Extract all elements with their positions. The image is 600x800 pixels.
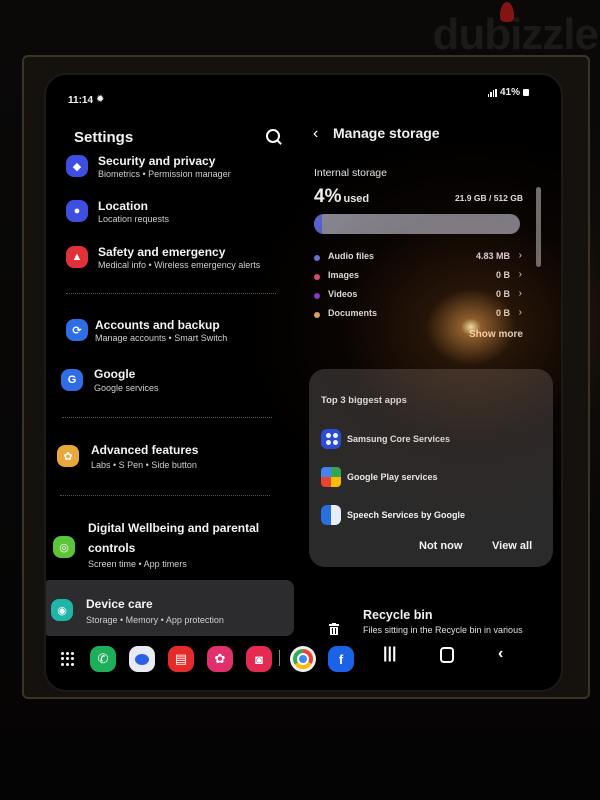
percent-value: 4% [314, 186, 342, 207]
page-title: Manage storage [333, 125, 440, 141]
item-subtitle: Location requests [98, 214, 170, 224]
device-care-highlight [46, 580, 294, 636]
speech-services-icon [321, 505, 341, 525]
storage-usage-fill [314, 214, 323, 234]
app-name: Samsung Core Services [347, 434, 451, 444]
gallery-app-icon[interactable]: ✿ [207, 646, 233, 672]
storage-capacity: 21.9 GB / 512 GB [454, 193, 523, 203]
settings-title: Settings [74, 129, 134, 146]
category-row-documents[interactable]: Documents 0 B › [314, 307, 524, 324]
wellbeing-icon: ◎ [53, 536, 75, 558]
item-subtitle: Storage • Memory • App protection [86, 615, 224, 625]
play-services-icon [321, 467, 341, 487]
item-subtitle: Manage accounts • Smart Switch [95, 333, 228, 343]
chevron-right-icon: › [518, 269, 522, 280]
top-apps-card: Top 3 biggest apps Samsung Core Services… [309, 369, 553, 567]
item-title: Location [98, 199, 148, 213]
not-now-button[interactable]: Not now [419, 540, 462, 552]
back-chevron-icon[interactable]: ‹ [313, 125, 318, 143]
category-value: 0 B [495, 308, 510, 318]
category-name: Images [328, 270, 360, 280]
messages-app-icon[interactable] [129, 646, 155, 672]
internal-storage-label: Internal storage [314, 167, 387, 179]
view-all-button[interactable]: View all [492, 540, 532, 552]
category-value: 0 B [495, 270, 510, 280]
gear-flower-icon: ✿ [57, 445, 79, 467]
trash-icon [329, 623, 339, 635]
phone-screen: 11:14 ✹ 41% Settings ◆ Security and priv… [44, 73, 563, 692]
siren-icon: ▲ [66, 246, 88, 268]
search-icon[interactable] [266, 129, 280, 143]
divider [60, 495, 270, 496]
show-more-button[interactable]: Show more [469, 329, 523, 340]
app-name: Speech Services by Google [347, 510, 466, 520]
category-name: Audio files [328, 251, 375, 261]
item-title: Security and privacy [98, 154, 216, 168]
chevron-right-icon: › [518, 307, 522, 318]
item-subtitle: Screen time • App timers [88, 559, 187, 569]
location-pin-icon: ● [66, 200, 88, 222]
app-row-speech-services[interactable]: Speech Services by Google [321, 505, 541, 527]
category-dot [314, 274, 320, 280]
category-name: Videos [328, 289, 358, 299]
recycle-bin-title: Recycle bin [363, 608, 433, 622]
item-title: Google [94, 367, 136, 381]
home-button[interactable] [440, 645, 454, 663]
storage-usage-bar [314, 214, 520, 234]
phone-app-icon[interactable]: ✆ [90, 646, 116, 672]
item-title-line2: controls [88, 541, 136, 555]
divider [66, 293, 276, 294]
category-row-images[interactable]: Images 0 B › [314, 269, 524, 286]
back-button[interactable]: ‹ [498, 645, 503, 663]
chrome-app-icon[interactable] [290, 646, 316, 672]
settings-pane: Settings ◆ Security and privacy Biometri… [46, 75, 296, 690]
divider [62, 417, 272, 418]
category-row-audio[interactable]: Audio files 4.83 MB › [314, 250, 524, 267]
samsung-core-icon [321, 429, 341, 449]
watermark: dubizzle [432, 10, 599, 59]
camera-app-icon[interactable]: ◙ [246, 646, 272, 672]
item-title: Accounts and backup [95, 318, 220, 332]
item-title-line1: Digital Wellbeing and parental [88, 521, 260, 535]
app-row-play-services[interactable]: Google Play services [321, 467, 541, 489]
scrollbar[interactable] [536, 187, 541, 267]
percent-used: 4% used [314, 186, 369, 208]
category-row-videos[interactable]: Videos 0 B › [314, 288, 524, 305]
sync-icon: ⟳ [66, 319, 88, 341]
manage-storage-pane: ‹ Manage storage Internal storage 4% used… [301, 75, 561, 690]
card-title: Top 3 biggest apps [321, 395, 407, 406]
recent-apps-button[interactable]: ||| [383, 645, 396, 663]
item-title: Advanced features [91, 443, 199, 457]
facebook-app-icon[interactable]: f [328, 646, 354, 672]
apps-grid-icon[interactable] [61, 652, 75, 666]
google-g-icon: G [61, 369, 83, 391]
used-word: used [343, 193, 370, 205]
item-subtitle: Google services [94, 383, 159, 393]
app-row-samsung-core[interactable]: Samsung Core Services [321, 429, 541, 451]
chevron-right-icon: › [518, 250, 522, 261]
item-subtitle: Biometrics • Permission manager [98, 169, 231, 179]
category-value: 4.83 MB [475, 251, 510, 261]
category-dot [314, 255, 320, 261]
category-name: Documents [328, 308, 378, 318]
item-title: Device care [86, 597, 153, 611]
notes-app-icon[interactable]: ▤ [168, 646, 194, 672]
shield-icon: ◆ [66, 155, 88, 177]
item-title: Safety and emergency [98, 245, 226, 259]
item-subtitle: Labs • S Pen • Side button [91, 460, 197, 470]
category-dot [314, 312, 320, 318]
category-dot [314, 293, 320, 299]
taskbar-separator [279, 650, 280, 666]
app-name: Google Play services [347, 472, 438, 482]
recycle-bin-subtitle: Files sitting in the Recycle bin in vari… [363, 625, 523, 635]
item-subtitle: Medical info • Wireless emergency alerts [98, 260, 261, 270]
chevron-right-icon: › [518, 288, 522, 299]
device-care-icon: ◉ [51, 599, 73, 621]
category-value: 0 B [495, 289, 510, 299]
taskbar: ✆ ▤ ✿ ◙ f ||| ‹ [46, 640, 561, 680]
